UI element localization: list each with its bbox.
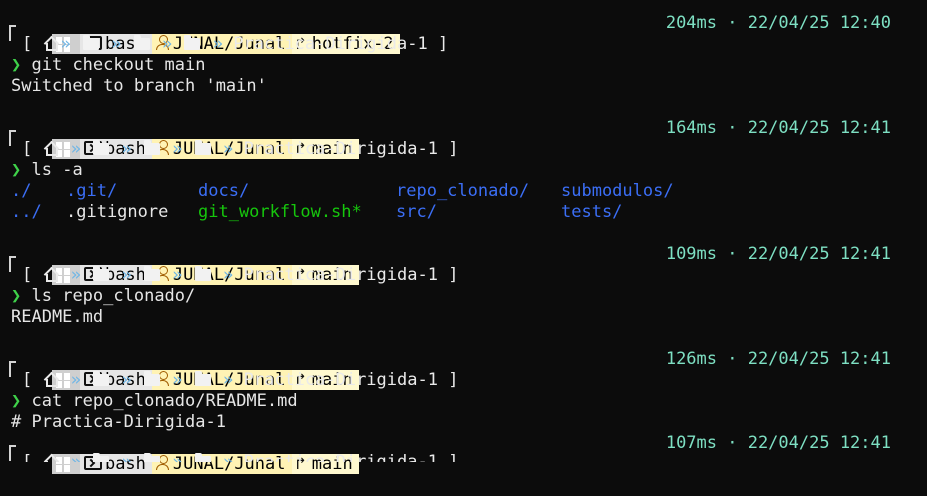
command-line[interactable]: ❯ ls repo_clonado/ (11, 286, 195, 307)
current-directory: Practica-Dirigida-1 (243, 452, 438, 462)
timing-info: 107ms · 22/04/25 12:41 (665, 433, 891, 453)
prompt-status-line: bash JUNAL/Junal ↱ main (11, 433, 359, 474)
prompt-status-line: bash JUNAL/Junal ↱ hotfix-2 (11, 13, 400, 54)
timing-info: 126ms · 22/04/25 12:41 (665, 349, 891, 369)
home-icon (44, 142, 59, 156)
prompt-status-line: bash JUNAL/Junal ↱ main (11, 118, 359, 159)
command-line[interactable]: ❯ ls -a (11, 160, 83, 181)
current-directory: Practica-Dirigida-1 (243, 265, 438, 285)
folder-icon (194, 266, 211, 281)
command-text: git checkout main (31, 55, 206, 75)
folder-icon (133, 35, 150, 50)
ls-entry: tests/ (561, 202, 623, 222)
folder-icon (93, 140, 110, 155)
path-line: [ » » » » Practica-Dirigida-1 ] (22, 452, 458, 462)
path-line: [ » » » » Practica-Dirigida-1 ] (22, 265, 459, 285)
folder-icon (194, 371, 211, 386)
folder-icon (93, 453, 110, 462)
folder-icon (82, 35, 99, 50)
folder-icon (93, 266, 110, 281)
terminal-window[interactable]: bash JUNAL/Junal ↱ hotfix-2 204ms · 22/04/2… (0, 0, 927, 474)
prompt-chevron-icon: ❯ (11, 160, 22, 180)
command-line[interactable]: ❯ cat repo_clonado/README.md (11, 391, 298, 412)
command-output: # Practica-Dirigida-1 (11, 412, 226, 432)
prompt-chevron-icon: ❯ (11, 55, 22, 75)
command-text: ls -a (31, 160, 83, 180)
prompt-chevron-icon: ❯ (11, 286, 22, 306)
current-directory: Practica-Dirigida-1 (243, 139, 438, 159)
current-directory: Practica-Dirigida-1 (233, 34, 428, 54)
command-line[interactable]: ❯ git checkout main (11, 55, 206, 76)
timing-info: 109ms · 22/04/25 12:41 (665, 244, 891, 264)
folder-icon (184, 35, 201, 50)
home-icon (44, 373, 59, 387)
command-output: Switched to branch 'main' (11, 76, 267, 96)
ls-entry: ../ (11, 202, 42, 222)
ls-entry: .gitignore (66, 202, 169, 222)
ls-entry: src/ (396, 202, 437, 222)
current-directory: Practica-Dirigida-1 (243, 370, 438, 390)
command-output: README.md (11, 307, 104, 327)
folder-icon (143, 266, 160, 281)
timing-info: 164ms · 22/04/25 12:41 (665, 118, 891, 138)
ls-entry: repo_clonado/ (396, 181, 530, 201)
home-icon (44, 268, 59, 282)
prompt-chevron-icon: ❯ (11, 391, 22, 411)
prompt-status-line: bash JUNAL/Junal ↱ main (11, 244, 359, 285)
folder-icon (143, 371, 160, 386)
ls-entry: .git/ (66, 181, 118, 201)
timing-info: 204ms · 22/04/25 12:40 (665, 13, 891, 33)
path-line: [ » » » » Practica-Dirigida-1 ] (22, 139, 459, 159)
ls-entry: git_workflow.sh* (198, 202, 362, 222)
folder-icon (93, 371, 110, 386)
path-line: [ » » » » Practica-Dirigida-1 ] (22, 34, 449, 54)
command-text: ls repo_clonado/ (31, 286, 196, 306)
folder-icon (143, 140, 160, 155)
home-icon (44, 37, 59, 51)
ls-entry: docs/ (198, 181, 250, 201)
folder-icon (143, 453, 160, 462)
command-text: cat repo_clonado/README.md (31, 391, 298, 411)
ls-entry: ./ (11, 181, 32, 201)
folder-icon (194, 140, 211, 155)
prompt-status-line: bash JUNAL/Junal ↱ main (11, 349, 359, 390)
home-icon (44, 455, 59, 462)
path-line: [ » » » » Practica-Dirigida-1 ] (22, 370, 459, 390)
folder-icon (194, 453, 211, 462)
ls-entry: submodulos/ (561, 181, 674, 201)
